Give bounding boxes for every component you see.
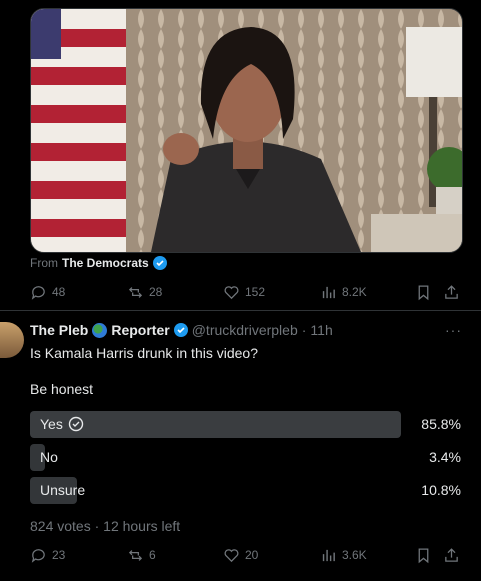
share-icon xyxy=(445,284,458,299)
verified-badge-icon xyxy=(173,323,188,337)
repost-icon xyxy=(128,549,143,561)
bookmark-icon xyxy=(418,547,429,563)
reply-button[interactable]: 48 xyxy=(30,284,65,301)
repost-count: 6 xyxy=(149,548,156,562)
media-attribution: From The Democrats xyxy=(30,256,167,270)
share-button[interactable] xyxy=(443,284,460,301)
bookmark-button[interactable] xyxy=(415,284,432,301)
poll-option-yes: Yes 85.8% xyxy=(30,411,461,438)
share-button[interactable] xyxy=(443,547,460,564)
reply-count: 48 xyxy=(52,285,66,299)
like-button[interactable]: 152 xyxy=(223,284,265,301)
poll-bar-yes xyxy=(30,411,401,438)
reply-icon xyxy=(31,285,45,300)
poll-option-label: No xyxy=(40,449,58,465)
author-name-part2[interactable]: Reporter xyxy=(111,322,169,338)
share-icon xyxy=(445,547,458,562)
post-header: The Pleb Reporter @truckdriverpleb · 11h xyxy=(30,322,333,338)
poll-option-percent: 85.8% xyxy=(421,416,461,432)
poll-option-unsure: Unsure 10.8% xyxy=(30,477,461,504)
post-action-bar: 23 6 20 3.6K xyxy=(30,545,461,565)
post-timestamp[interactable]: 11h xyxy=(310,322,332,338)
repost-count: 28 xyxy=(149,285,163,299)
video-thumbnail[interactable] xyxy=(30,8,463,253)
view-count: 3.6K xyxy=(342,548,367,562)
author-avatar[interactable] xyxy=(0,322,24,358)
author-name-part1[interactable]: The Pleb xyxy=(30,322,88,338)
like-button[interactable]: 20 xyxy=(223,547,258,564)
views-button[interactable]: 8.2K xyxy=(320,284,367,301)
bookmark-icon xyxy=(418,284,429,300)
repost-icon xyxy=(128,286,143,298)
attribution-source-link[interactable]: The Democrats xyxy=(62,256,149,270)
poll-option-label: Unsure xyxy=(40,482,86,498)
header-separator: · xyxy=(301,322,307,338)
more-options-button[interactable]: ··· xyxy=(445,322,462,338)
repost-button[interactable]: 28 xyxy=(127,284,162,301)
like-count: 152 xyxy=(245,285,266,299)
video-frame-image xyxy=(31,9,462,252)
post-text-line2: Be honest xyxy=(30,381,94,397)
reply-count: 23 xyxy=(52,548,66,562)
heart-icon xyxy=(224,548,239,562)
views-icon xyxy=(322,286,335,298)
check-circle-icon xyxy=(68,416,84,432)
author-handle[interactable]: @truckdriverpleb xyxy=(192,322,298,338)
poll-option-percent: 3.4% xyxy=(429,449,461,465)
reply-icon xyxy=(31,548,45,563)
heart-icon xyxy=(224,285,239,299)
poll-option-label: Yes xyxy=(40,416,63,432)
reply-button[interactable]: 23 xyxy=(30,547,65,564)
post-text-line1: Is Kamala Harris drunk in this video? xyxy=(30,345,258,361)
verified-badge-icon xyxy=(152,256,167,270)
views-icon xyxy=(322,549,335,561)
bookmark-button[interactable] xyxy=(415,547,432,564)
views-button[interactable]: 3.6K xyxy=(320,547,367,564)
repost-button[interactable]: 6 xyxy=(127,547,156,564)
attribution-prefix: From xyxy=(30,256,58,270)
globe-icon xyxy=(92,322,108,338)
poll-option-percent: 10.8% xyxy=(421,482,461,498)
quoted-post-action-bar: 48 28 152 8.2K xyxy=(30,282,461,302)
view-count: 8.2K xyxy=(342,285,367,299)
like-count: 20 xyxy=(245,548,259,562)
post-divider xyxy=(0,310,481,311)
poll-meta: 824 votes · 12 hours left xyxy=(30,518,181,534)
poll-option-no: No 3.4% xyxy=(30,444,461,471)
